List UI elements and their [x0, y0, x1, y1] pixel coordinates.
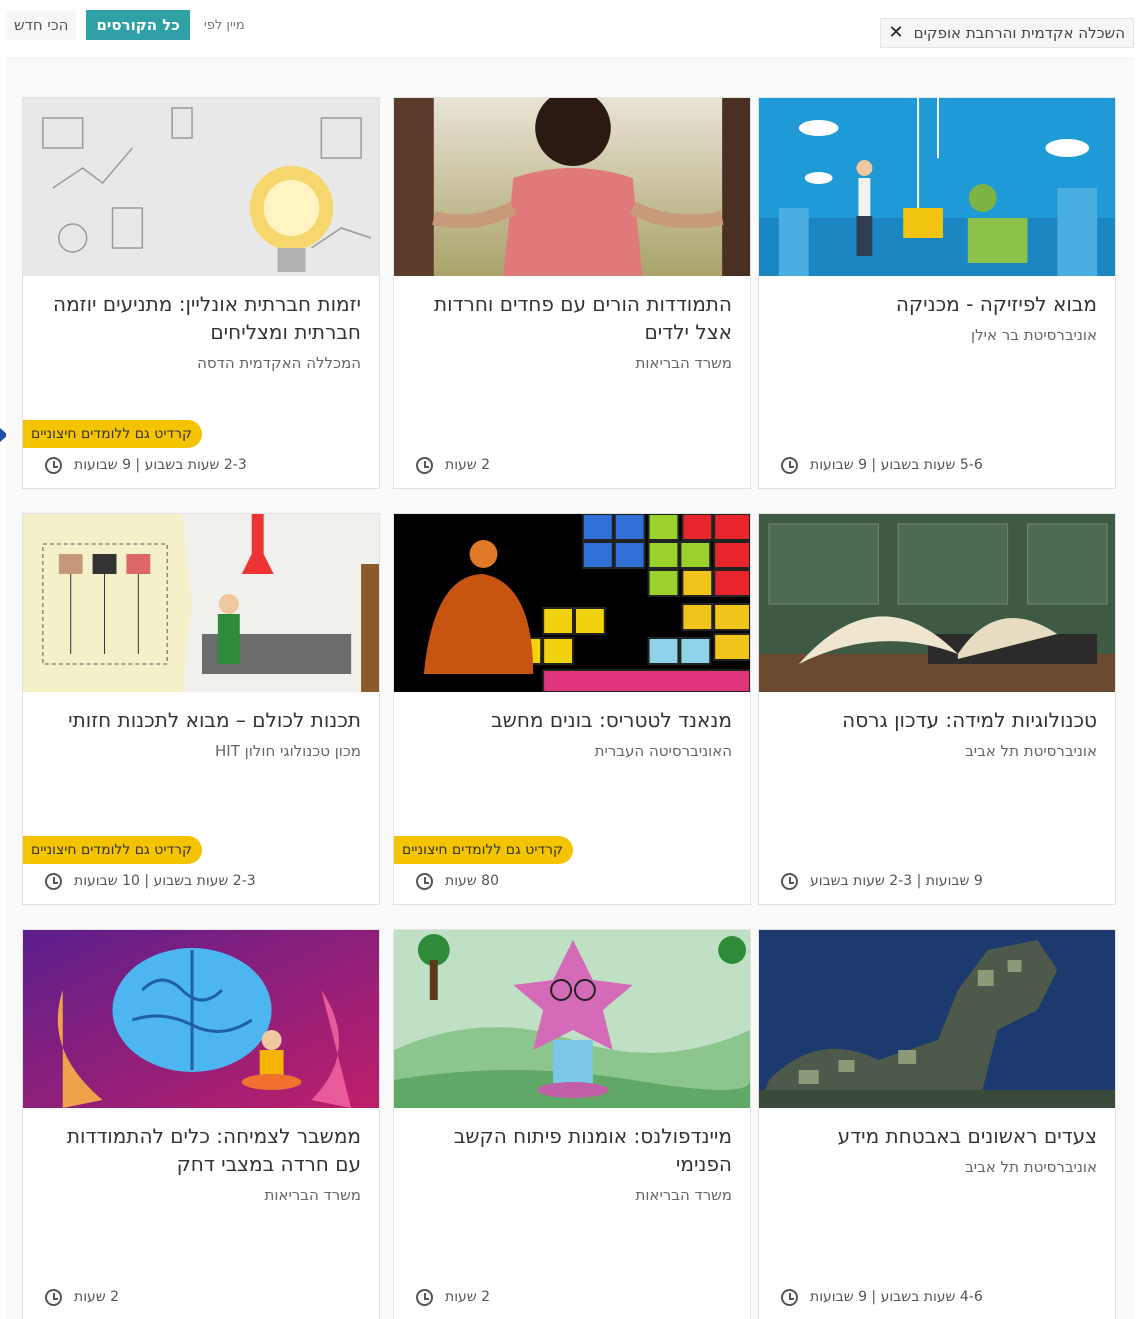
sort-newest-button[interactable]: הכי חדש	[6, 10, 77, 40]
course-title[interactable]: התמודדות הורים עם פחדים וחרדות אצל ילדים	[412, 290, 732, 346]
course-duration: 4-6 שעות בשבוע | 9 שבועות	[810, 1289, 983, 1305]
tetris-blocks-illustration-image	[394, 514, 750, 692]
course-org: אוניברסיטת תל אביב	[965, 1158, 1097, 1176]
course-card[interactable]: ממשבר לצמיחה: כלים להתמודדות עם חרדה במצ…	[22, 929, 380, 1319]
course-org: אוניברסיטת בר אילן	[971, 326, 1097, 344]
course-duration: 80 שעות	[445, 873, 499, 889]
clock-icon	[45, 456, 62, 474]
course-org: משרד הבריאות	[635, 1186, 732, 1204]
course-duration: 9 שבועות | 2-3 שעות בשבוע	[810, 873, 983, 889]
course-card[interactable]: מבוא לפיזיקה - מכניקה אוניברסיטת בר אילן…	[758, 97, 1116, 489]
course-thumbnail	[23, 514, 379, 692]
course-thumbnail	[394, 930, 750, 1108]
course-title[interactable]: צעדים ראשונים באבטחת מידע	[777, 1122, 1097, 1150]
course-title[interactable]: תכנות לכולם – מבוא לתכנות חזותי	[41, 706, 361, 734]
course-title[interactable]: מנאנד לטטריס: בונים מחשב	[412, 706, 732, 734]
visual-programming-illustration-image	[23, 514, 379, 692]
clock-icon	[416, 456, 433, 474]
course-card[interactable]: מיינדפולנס: אומנות פיתוח הקשב הפנימי משר…	[393, 929, 751, 1319]
course-thumbnail	[23, 98, 379, 276]
course-meta: 4-6 שעות בשבוע | 9 שבועות	[781, 1286, 1097, 1308]
sort-label: מיין לפי	[203, 17, 245, 33]
credit-badge: קרדיט גם ללומדים חיצוניים	[23, 836, 202, 864]
active-filter-chip[interactable]: השכלה אקדמית והרחבת אופקים ✕	[879, 18, 1134, 48]
course-meta: 2-3 שעות בשבוע | 10 שבועות	[45, 870, 361, 892]
course-org: משרד הבריאות	[264, 1186, 361, 1204]
course-duration: 5-6 שעות בשבוע | 9 שבועות	[810, 457, 983, 473]
course-card[interactable]: תכנות לכולם – מבוא לתכנות חזותי מכון טכנ…	[22, 513, 380, 905]
clock-icon	[781, 1288, 798, 1306]
book-laptop-photo-image	[759, 514, 1115, 692]
clock-icon	[45, 1288, 62, 1306]
course-title[interactable]: ממשבר לצמיחה: כלים להתמודדות עם חרדה במצ…	[41, 1122, 361, 1178]
physics-illustration-image	[759, 98, 1115, 276]
course-meta: 5-6 שעות בשבוע | 9 שבועות	[781, 454, 1097, 476]
course-org: משרד הבריאות	[635, 354, 732, 372]
sort-controls: הכי חדש כל הקורסים מיין לפי	[6, 10, 245, 40]
course-thumbnail	[759, 514, 1115, 692]
course-thumbnail	[759, 930, 1115, 1108]
clock-icon	[781, 872, 798, 890]
course-duration: 2 שעות	[445, 457, 491, 473]
course-duration: 2-3 שעות בשבוע | 10 שבועות	[74, 873, 256, 889]
clock-icon	[45, 872, 62, 890]
clock-icon	[781, 456, 798, 474]
course-meta: 80 שעות	[416, 870, 732, 892]
circuit-trojan-horse-photo-image	[759, 930, 1115, 1108]
course-org: מכון טכנולוגי חולון HIT	[215, 742, 361, 760]
course-card[interactable]: טכנולוגיות למידה: עדכון גרסה אוניברסיטת …	[758, 513, 1116, 905]
course-title[interactable]: מבוא לפיזיקה - מכניקה	[777, 290, 1097, 318]
lightbulb-sketch-photo-image	[23, 98, 379, 276]
course-card[interactable]: צעדים ראשונים באבטחת מידע אוניברסיטת תל …	[758, 929, 1116, 1319]
course-grid: מבוא לפיזיקה - מכניקה אוניברסיטת בר אילן…	[6, 58, 1134, 1319]
course-meta: 2 שעות	[416, 454, 732, 476]
course-org: המכללה האקדמית הדסה	[197, 354, 361, 372]
course-thumbnail	[394, 98, 750, 276]
course-thumbnail	[394, 514, 750, 692]
course-meta: 9 שבועות | 2-3 שעות בשבוע	[781, 870, 1097, 892]
course-card[interactable]: יזמות חברתית אונליין: מתניעים יוזמה חברת…	[22, 97, 380, 489]
course-duration: 2 שעות	[445, 1289, 491, 1305]
meditating-character-illustration-image	[394, 930, 750, 1108]
course-card[interactable]: התמודדות הורים עם פחדים וחרדות אצל ילדים…	[393, 97, 751, 489]
top-bar: השכלה אקדמית והרחבת אופקים ✕ הכי חדש כל …	[0, 0, 1136, 56]
credit-badge: קרדיט גם ללומדים חיצוניים	[23, 420, 202, 448]
course-title[interactable]: מיינדפולנס: אומנות פיתוח הקשב הפנימי	[412, 1122, 732, 1178]
course-thumbnail	[759, 98, 1115, 276]
course-meta: 2 שעות	[45, 1286, 361, 1308]
active-filter-label: השכלה אקדמית והרחבת אופקים	[913, 24, 1125, 42]
credit-badge: קרדיט גם ללומדים חיצוניים	[394, 836, 573, 864]
clock-icon	[416, 872, 433, 890]
course-thumbnail	[23, 930, 379, 1108]
course-title[interactable]: טכנולוגיות למידה: עדכון גרסה	[777, 706, 1097, 734]
course-meta: 2 שעות	[416, 1286, 732, 1308]
clock-icon	[416, 1288, 433, 1306]
close-icon[interactable]: ✕	[889, 24, 904, 42]
course-duration: 2 שעות	[74, 1289, 120, 1305]
course-duration: 2-3 שעות בשבוע | 9 שבועות	[74, 457, 247, 473]
course-card[interactable]: מנאנד לטטריס: בונים מחשב האוניברסיטה העב…	[393, 513, 751, 905]
parent-child-hands-photo-image	[394, 98, 750, 276]
sort-all-courses-button[interactable]: כל הקורסים	[86, 10, 190, 40]
brain-meditation-illustration-image	[23, 930, 379, 1108]
course-title[interactable]: יזמות חברתית אונליין: מתניעים יוזמה חברת…	[41, 290, 361, 346]
course-org: אוניברסיטת תל אביב	[965, 742, 1097, 760]
course-meta: 2-3 שעות בשבוע | 9 שבועות	[45, 454, 361, 476]
course-org: האוניברסיטה העברית	[594, 742, 732, 760]
